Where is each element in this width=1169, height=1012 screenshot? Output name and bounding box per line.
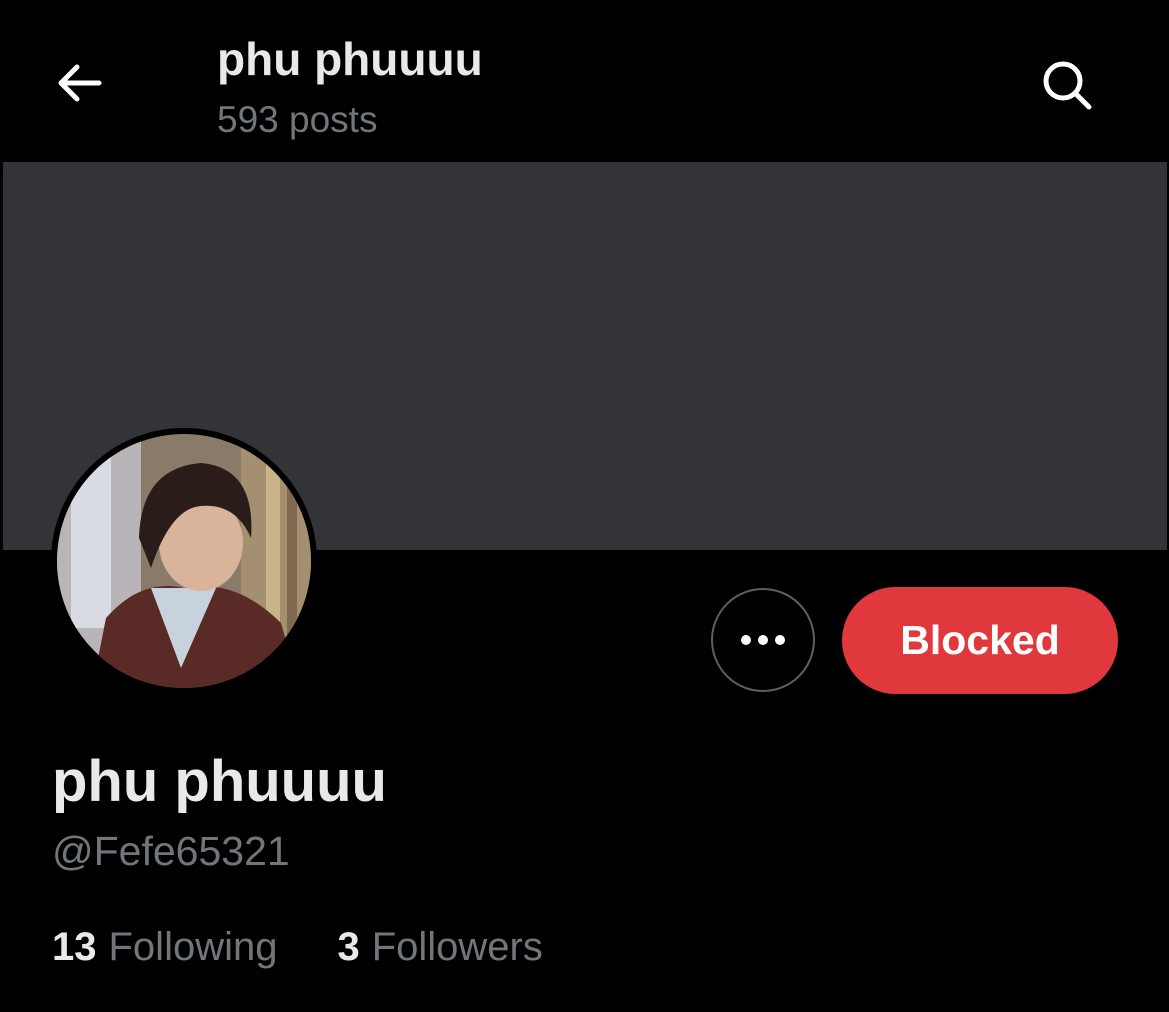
search-icon	[1043, 61, 1092, 110]
arrow-left-icon	[58, 64, 102, 102]
back-button[interactable]	[48, 52, 110, 114]
search-button[interactable]	[1032, 50, 1102, 120]
user-handle: @Fefe65321	[52, 828, 290, 874]
profile-stats: 13 Following 3 Followers	[52, 922, 543, 972]
display-name: phu phuuuu	[52, 749, 387, 814]
blocked-button[interactable]: Blocked	[842, 587, 1118, 694]
profile-header-bar: phu phuuuu 593 posts	[0, 0, 1169, 162]
followers-label: Followers	[371, 925, 543, 969]
following-link[interactable]: 13 Following	[52, 922, 277, 972]
following-label: Following	[108, 925, 278, 969]
post-count: 593 posts	[217, 99, 378, 140]
avatar[interactable]	[51, 428, 317, 694]
header-title: phu phuuuu	[217, 33, 483, 85]
followers-count: 3	[337, 925, 360, 969]
following-count: 13	[52, 925, 97, 969]
more-options-button[interactable]	[711, 588, 815, 692]
profile-photo	[51, 428, 317, 694]
more-horizontal-icon	[741, 635, 785, 645]
followers-link[interactable]: 3 Followers	[337, 922, 542, 972]
